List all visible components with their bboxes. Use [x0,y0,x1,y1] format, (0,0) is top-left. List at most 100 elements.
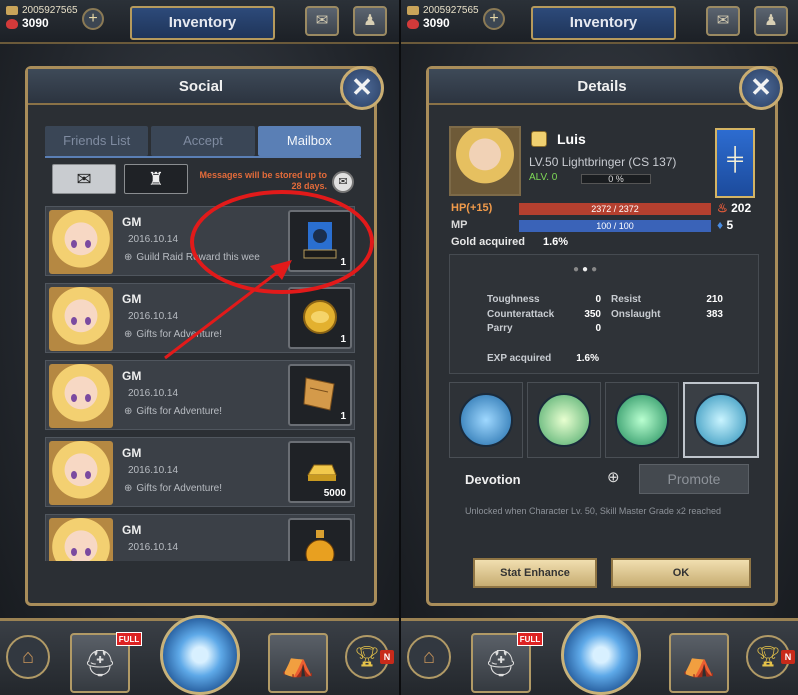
mp-label: MP [451,219,468,231]
portal-orb-icon[interactable] [561,615,641,695]
mail-subject: ⊕ Gifts for Adventure! [124,329,222,340]
stat-enhance-button[interactable]: Stat Enhance [473,558,597,588]
highlight-circle [190,190,374,294]
mail-date: 2016.10.14 [128,542,179,553]
character-icon[interactable]: ♟ [754,6,788,36]
hp-bar: 2372 / 2372 [519,203,711,215]
resist-label: Resist [611,294,642,305]
skill-slot[interactable] [605,382,679,458]
ok-button[interactable]: OK [611,558,751,588]
close-button[interactable]: ✕ [739,66,783,110]
mp-side-value: ♦ 5 [717,218,734,232]
mail-subject: ⊕ Gifts for Adventure! [124,483,222,494]
gold-coin-icon [303,300,337,334]
tab-friends-list[interactable]: Friends List [45,126,149,156]
drop-icon: ♦ [717,218,724,232]
list-item[interactable]: GM 2016.10.14 ⊕ Gifts for Adventure! 5000 [45,437,355,507]
onslaught-label: Onslaught [611,309,661,320]
toughness-value: 0 [595,294,601,305]
receive-all-icon[interactable]: ✉ [332,171,354,193]
skill-slot-selected[interactable] [683,382,759,458]
class-icon [531,131,547,147]
toughness-label: Toughness [487,294,540,305]
tab-accept[interactable]: Accept [151,126,255,156]
list-item[interactable]: GM 2016.10.14 ⊕ Gifts for Adventure! 1 [45,283,355,353]
page-indicator[interactable]: ●●● [573,264,600,275]
exp-acquired-value: 1.6% [576,353,599,364]
parry-label: Parry [487,323,513,334]
item-slot[interactable]: 1 [288,287,352,349]
mail-icon[interactable]: ✉ [305,6,339,36]
ruby-amount: 3090 [423,16,450,30]
shield-skill-icon [459,393,513,447]
guild-mail-button[interactable]: ♜ [124,164,188,194]
item-quantity: 1 [340,334,346,345]
avatar [49,210,113,274]
hp-side-value: ♨ 202 [717,201,752,215]
guild-flag-icon[interactable] [715,128,755,198]
compose-mail-button[interactable]: ✉ [52,164,116,194]
panel-title: Details [429,69,775,105]
tab-mailbox[interactable]: Mailbox [257,126,361,156]
social-screen: 2005927565 3090 + Inventory ✉ ♟ Social ✕… [0,0,399,695]
shop-icon[interactable]: ⛺ [268,633,328,693]
mp-bar: 100 / 100 [519,220,711,232]
burst-skill-icon [537,393,591,447]
close-button[interactable]: ✕ [340,66,384,110]
promote-button[interactable]: Promote [639,464,749,494]
top-bar: 2005927565 3090 + Inventory ✉ ♟ [0,0,399,44]
bottom-bar: ⌂ ⛑ ⛺ 🏆︎ [0,615,399,695]
unlock-description: Unlocked when Character Lv. 50, Skill Ma… [465,506,721,516]
panel-title: Social [28,69,374,105]
resist-value: 210 [706,294,723,305]
gold-acquired-value: 1.6% [543,236,569,248]
list-item[interactable]: GM 2016.10.14 ⊕ Gifts for Adventure! 1 [45,360,355,430]
plus-icon[interactable]: + [82,8,104,30]
shop-icon[interactable]: ⛺ [669,633,729,693]
mail-date: 2016.10.14 [128,465,179,476]
alv-level: ALV. 0 [529,172,558,183]
list-item[interactable]: GM 2016.10.14 [45,514,355,561]
ruby-icon [6,18,18,29]
details-screen: 2005927565 3090 + Inventory ✉ ♟ Details … [401,0,798,695]
house-icon[interactable]: ⌂ [407,635,451,679]
parry-value: 0 [595,323,601,334]
notification-badge: N [380,650,394,664]
avatar [49,518,113,561]
character-icon[interactable]: ♟ [353,6,387,36]
portal-orb-icon[interactable] [160,615,240,695]
currency-display: 2005927565 3090 [407,4,479,30]
envelope-icon: ✉ [76,169,92,189]
top-bar: 2005927565 3090 + Inventory ✉ ♟ [401,0,798,44]
hp-label: HP(+15) [451,202,493,214]
item-slot[interactable]: 1 [288,364,352,426]
skill-slot[interactable] [449,382,523,458]
mail-icon[interactable]: ✉ [706,6,740,36]
currency-display: 2005927565 3090 [6,4,78,30]
item-slot[interactable]: 5000 [288,441,352,503]
avatar [49,441,113,505]
bottom-bar: ⌂ ⛑ ⛺ 🏆︎ [401,615,798,695]
item-slot[interactable] [288,518,352,561]
scroll-ticket-icon [303,377,335,411]
gold-acquired-label: Gold acquired [451,236,525,248]
mail-date: 2016.10.14 [128,234,179,245]
tab-underline [45,156,361,158]
flame-icon: ♨ [717,201,728,215]
skill-row [449,382,759,458]
skill-slot[interactable] [527,382,601,458]
page-title: Inventory [130,6,275,40]
onslaught-value: 383 [706,309,723,320]
avatar [49,287,113,351]
social-tabs: Friends List Accept Mailbox [45,126,361,156]
devotion-label: Devotion [465,472,521,487]
notification-badge: N [781,650,795,664]
magnify-icon: ⊕ [124,329,133,340]
character-class: LV.50 Lightbringer (CS 137) [529,155,677,169]
avatar [49,364,113,428]
zoom-icon[interactable]: ⊕ [607,468,620,486]
magnify-icon: ⊕ [124,252,133,263]
plus-icon[interactable]: + [483,8,505,30]
house-icon[interactable]: ⌂ [6,635,50,679]
alv-progress-bar: 0 % [581,174,651,184]
